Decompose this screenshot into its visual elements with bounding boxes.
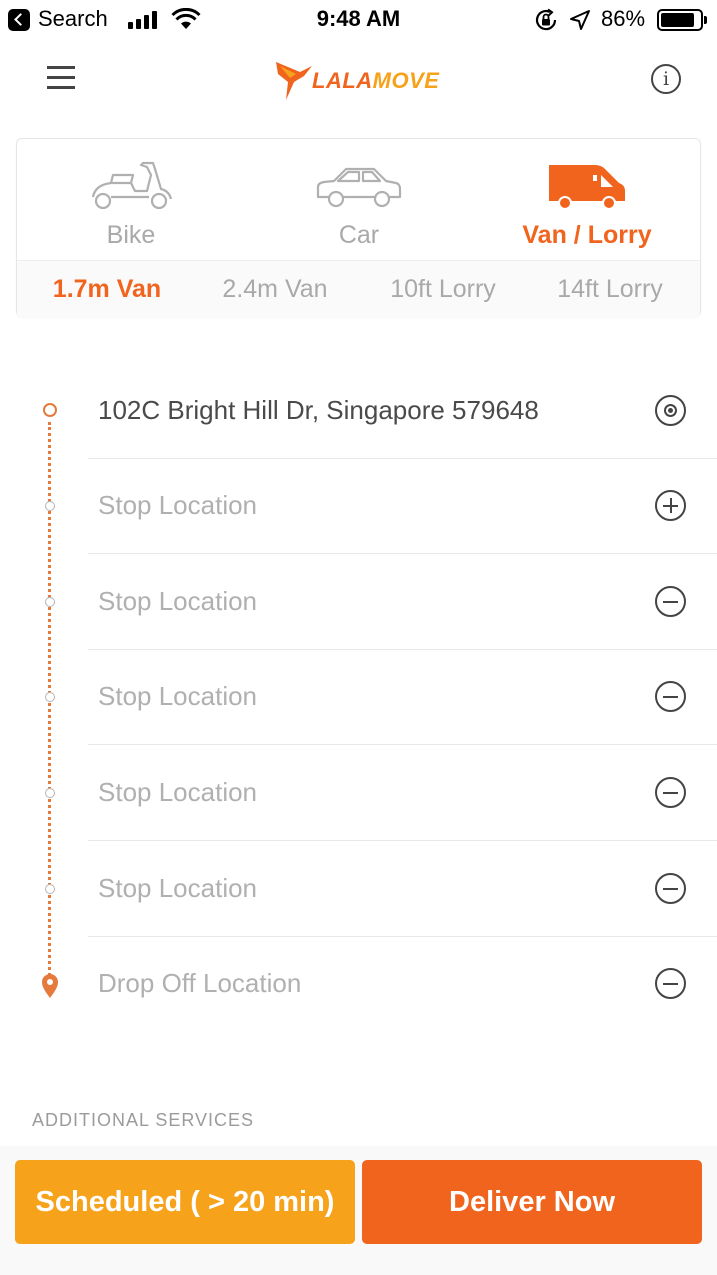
add-stop-icon[interactable]	[655, 490, 686, 521]
vehicle-tab-car[interactable]: Car	[245, 139, 473, 259]
subtype-10ft-lorry[interactable]: 10ft Lorry	[358, 275, 528, 304]
remove-stop-icon[interactable]	[655, 873, 686, 904]
pickup-address[interactable]: 102C Bright Hill Dr, Singapore 579648	[98, 395, 539, 426]
dropoff-pin-icon	[42, 974, 58, 998]
car-icon	[316, 167, 402, 208]
stop-location-row[interactable]: Stop Location	[0, 746, 717, 841]
dropoff-location-row[interactable]: Drop Off Location	[0, 937, 717, 1032]
stop-marker-icon	[45, 597, 55, 607]
battery-icon	[657, 9, 703, 31]
stop-location-row[interactable]: Stop Location	[0, 459, 717, 554]
lalamove-logo: LALAMOVE	[274, 56, 454, 104]
remove-stop-icon[interactable]	[655, 968, 686, 999]
stop-location-field[interactable]: Stop Location	[98, 873, 257, 904]
stop-location-row[interactable]: Stop Location	[0, 555, 717, 650]
info-icon[interactable]: i	[651, 64, 681, 94]
row-divider	[88, 744, 717, 745]
stop-location-row[interactable]: Stop Location	[0, 842, 717, 937]
remove-stop-icon[interactable]	[655, 681, 686, 712]
vehicle-tab-van-lorry[interactable]: Van / Lorry	[473, 139, 701, 259]
vehicle-selector: Bike Car Van / Lorry 1.7m Van 2.4m Van 1…	[16, 138, 701, 317]
battery-percent: 86%	[601, 6, 646, 31]
remove-stop-icon[interactable]	[655, 777, 686, 808]
vehicle-tab-label: Van / Lorry	[522, 221, 652, 249]
battery-tip	[704, 16, 707, 24]
subtype-14ft-lorry[interactable]: 14ft Lorry	[525, 275, 695, 304]
stop-marker-icon	[45, 501, 55, 511]
status-bar: Search 9:48 AM 86%	[0, 0, 717, 40]
vehicle-tab-bike[interactable]: Bike	[17, 139, 245, 259]
battery-fill	[661, 13, 694, 27]
subtype-1-7m-van[interactable]: 1.7m Van	[22, 275, 192, 304]
logo-wordmark-move: MOVE	[372, 68, 440, 93]
stop-location-row[interactable]: Stop Location	[0, 650, 717, 745]
dropoff-location-field[interactable]: Drop Off Location	[98, 968, 301, 999]
current-location-icon[interactable]	[655, 395, 686, 426]
logo-wordmark: LALAMOVE	[312, 68, 439, 94]
vehicle-tab-label: Car	[338, 221, 380, 249]
hamburger-menu-icon[interactable]	[47, 64, 75, 90]
stop-location-field[interactable]: Stop Location	[98, 586, 257, 617]
stop-location-field[interactable]: Stop Location	[98, 681, 257, 712]
stop-marker-icon	[45, 884, 55, 894]
stop-marker-icon	[45, 692, 55, 702]
stop-location-field[interactable]: Stop Location	[98, 490, 257, 521]
orientation-lock-icon	[535, 8, 557, 31]
bottom-action-bar: Scheduled ( > 20 min) Deliver Now	[0, 1146, 717, 1275]
scheduled-button[interactable]: Scheduled ( > 20 min)	[15, 1160, 355, 1244]
vehicle-tab-label: Bike	[106, 221, 156, 249]
vehicle-subtype-tabs: 1.7m Van 2.4m Van 10ft Lorry 14ft Lorry	[17, 260, 700, 317]
row-divider	[88, 553, 717, 554]
van-icon	[549, 165, 625, 210]
pickup-location-row[interactable]: 102C Bright Hill Dr, Singapore 579648	[0, 364, 717, 459]
stop-location-field[interactable]: Stop Location	[98, 777, 257, 808]
remove-stop-icon[interactable]	[655, 586, 686, 617]
logo-wordmark-lala: LALA	[312, 68, 373, 93]
stop-marker-icon	[45, 788, 55, 798]
location-services-icon	[570, 10, 590, 30]
app-header: LALAMOVE i	[0, 40, 717, 120]
deliver-now-button[interactable]: Deliver Now	[362, 1160, 702, 1244]
subtype-2-4m-van[interactable]: 2.4m Van	[190, 275, 360, 304]
additional-services-heading: ADDITIONAL SERVICES	[32, 1110, 255, 1130]
pickup-marker-icon	[43, 403, 57, 417]
row-divider	[88, 840, 717, 841]
scooter-icon	[91, 161, 173, 210]
bird-logo-icon	[276, 62, 312, 100]
